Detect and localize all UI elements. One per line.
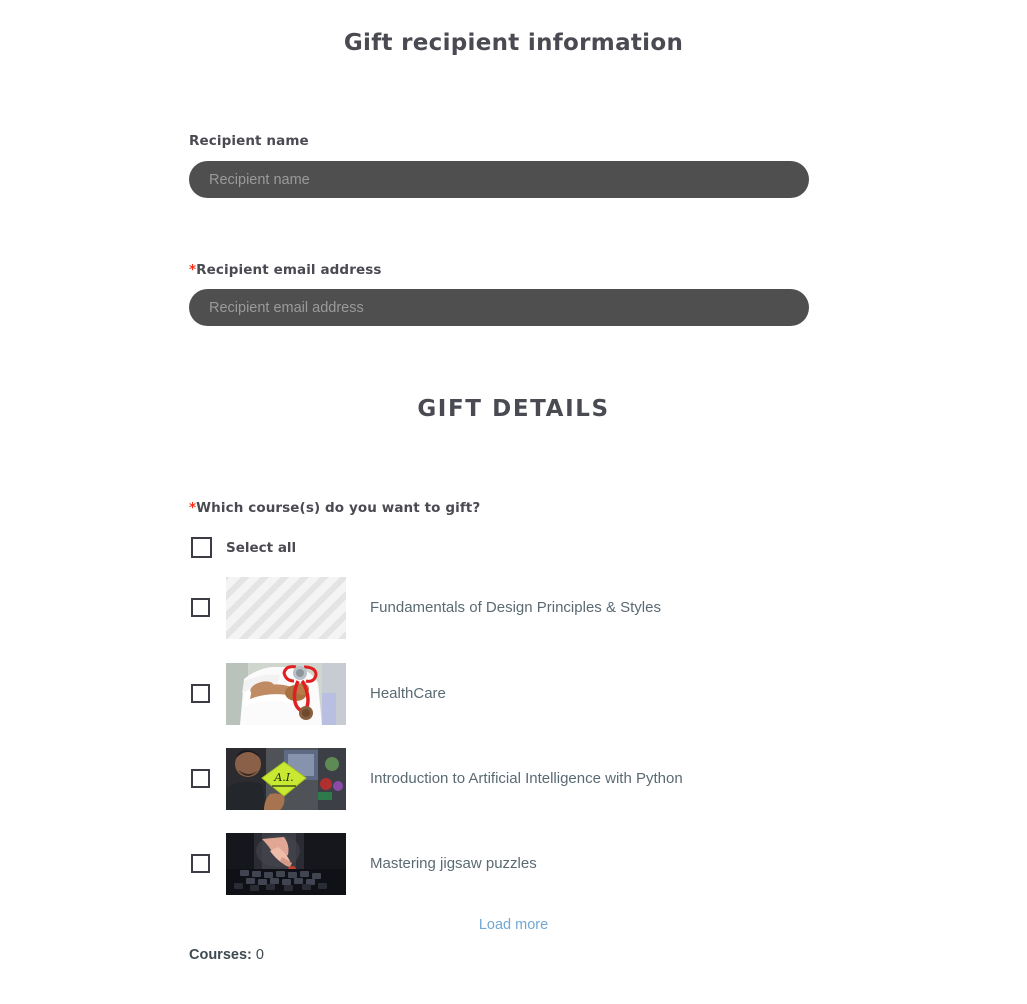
courses-counter: Courses: 0 <box>189 947 264 963</box>
select-all-label: Select all <box>226 540 297 556</box>
course-title-1: HealthCare <box>370 685 446 702</box>
recipient-name-input[interactable] <box>189 161 809 198</box>
courses-counter-number: 0 <box>255 947 264 963</box>
ai-sticky-note-icon: A.I. <box>226 748 346 810</box>
recipient-email-label: *Recipient email address <box>189 262 381 278</box>
course-checkbox-3[interactable] <box>191 854 210 873</box>
svg-text:A.I.: A.I. <box>273 771 293 784</box>
course-list-item: HealthCare <box>0 663 1027 725</box>
gift-details-heading: GIFT DETAILS <box>417 396 610 422</box>
course-checkbox-2[interactable] <box>191 769 210 788</box>
course-title-2: Introduction to Artificial Intelligence … <box>370 770 683 787</box>
course-thumbnail-2: A.I. <box>226 748 346 810</box>
course-list-item: Mastering jigsaw puzzles <box>0 833 1027 895</box>
course-thumbnail-0 <box>226 577 346 639</box>
page-title: Gift recipient information <box>343 30 684 56</box>
placeholder-image-icon <box>226 577 346 639</box>
course-title-0: Fundamentals of Design Principles & Styl… <box>370 599 661 616</box>
doctor-stethoscope-icon <box>226 663 346 725</box>
course-thumbnail-3 <box>226 833 346 895</box>
recipient-name-label: Recipient name <box>189 133 309 149</box>
load-more-link[interactable]: Load more <box>0 917 1027 933</box>
select-all-checkbox[interactable] <box>191 537 212 558</box>
course-thumbnail-1 <box>226 663 346 725</box>
jigsaw-puzzle-hands-icon <box>226 833 346 895</box>
course-question-label-text: Which course(s) do you want to gift? <box>196 500 481 516</box>
course-list-item: Fundamentals of Design Principles & Styl… <box>0 577 1027 639</box>
courses-counter-label: Courses: <box>189 947 252 963</box>
gift-recipient-form-page: Gift recipient information Recipient nam… <box>0 0 1027 1004</box>
course-checkbox-1[interactable] <box>191 684 210 703</box>
recipient-email-label-text: Recipient email address <box>196 262 382 278</box>
course-list-item: A.I. Introduction to Artificial Intellig… <box>0 748 1027 810</box>
recipient-email-input[interactable] <box>189 289 809 326</box>
course-checkbox-0[interactable] <box>191 598 210 617</box>
course-question-label: *Which course(s) do you want to gift? <box>189 500 480 516</box>
course-title-3: Mastering jigsaw puzzles <box>370 855 537 872</box>
